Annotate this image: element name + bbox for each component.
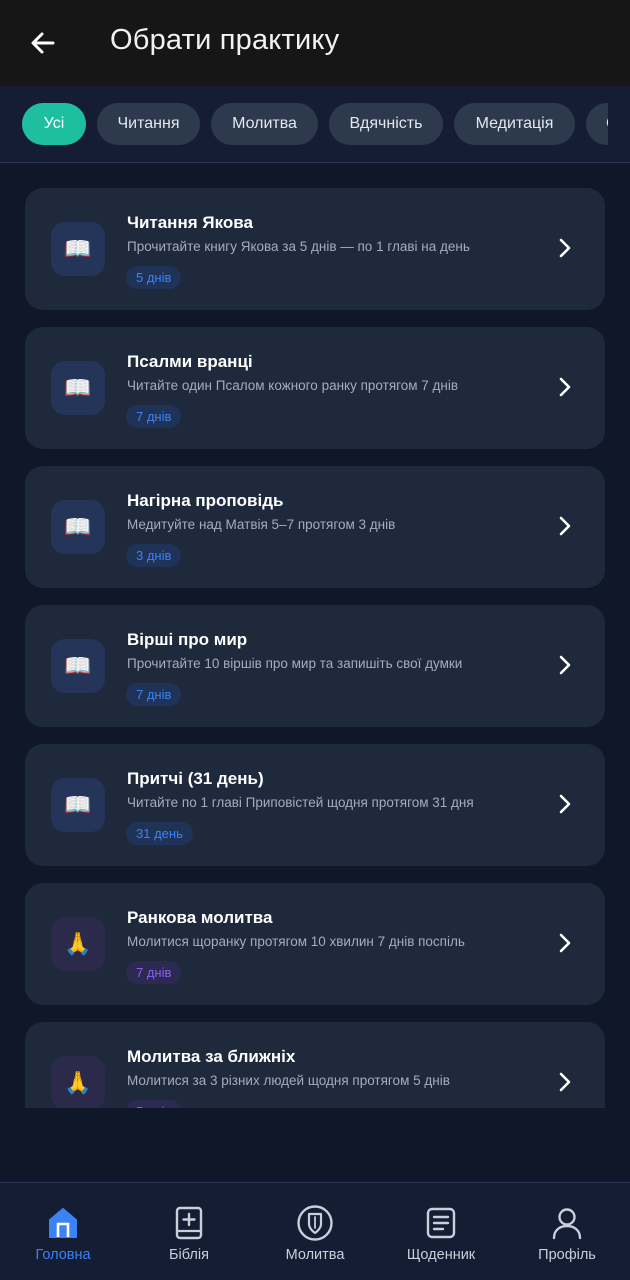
practice-description: Молитися щоранку протягом 10 хвилин 7 дн… [127,934,465,949]
filter-chip-all[interactable]: Усі [22,103,86,145]
filter-bar: Усі Читання Молитва Вдячність Медитація … [0,86,630,163]
book-icon: 📖 [51,639,105,693]
chevron-right-icon [559,794,571,814]
nav-item-journal[interactable]: Щоденник [378,1183,504,1280]
practice-description: Читайте по 1 главі Приповістей щодня про… [127,795,474,810]
book-icon: 📖 [51,778,105,832]
page-title: Обрати практику [110,24,340,56]
bible-icon [169,1203,209,1243]
back-button[interactable] [22,22,64,64]
prayer-shield-icon [295,1203,335,1243]
duration-badge: 3 днів [126,544,182,567]
duration-badge: 31 день [126,822,193,845]
duration-badge: 5 днів [126,266,182,289]
nav-label: Щоденник [406,1247,476,1263]
practice-card[interactable]: 🙏 Молитва за ближніх Молитися за 3 різни… [25,1022,605,1108]
practice-title: Псалми вранці [127,352,253,371]
practice-card[interactable]: 📖 Притчі (31 день) Читайте по 1 главі Пр… [25,744,605,866]
practice-description: Читайте один Псалом кожного ранку протяг… [127,378,459,393]
practice-description: Молитися за 3 різних людей щодня протяго… [127,1073,450,1088]
nav-item-bible[interactable]: Біблія [126,1183,252,1280]
profile-icon [547,1203,587,1243]
practice-title: Ранкова молитва [127,908,273,927]
chevron-right-icon [559,655,571,675]
nav-item-prayer[interactable]: Молитва [252,1183,378,1280]
journal-icon [421,1203,461,1243]
nav-label: Молитва [285,1247,345,1263]
duration-badge: 7 днів [126,961,182,984]
filter-chip-more[interactable]: С [586,103,608,145]
chevron-right-icon [559,1072,571,1092]
filter-chip-meditation[interactable]: Медитація [454,103,575,145]
chevron-right-icon [559,238,571,258]
nav-item-home[interactable]: Головна [0,1183,126,1280]
nav-label: Біблія [169,1247,209,1263]
nav-label: Профіль [538,1247,596,1263]
practice-list[interactable]: 📖 Читання Якова Прочитайте книгу Якова з… [0,164,630,1108]
practice-card[interactable]: 📖 Нагірна проповідь Медитуйте над Матвія… [25,466,605,588]
practice-title: Притчі (31 день) [127,769,264,788]
practice-card[interactable]: 📖 Вірші про мир Прочитайте 10 віршів про… [25,605,605,727]
book-icon: 📖 [51,222,105,276]
bottom-navigation: Головна Біблія Молитва Щоденник Профіль [0,1182,630,1280]
praying-hands-icon: 🙏 [51,1056,105,1108]
duration-badge: 7 днів [126,683,182,706]
arrow-left-icon [31,32,55,54]
duration-badge: 7 днів [126,405,182,428]
practice-title: Нагірна проповідь [127,491,284,510]
practice-card[interactable]: 📖 Читання Якова Прочитайте книгу Якова з… [25,188,605,310]
practice-card[interactable]: 🙏 Ранкова молитва Молитися щоранку протя… [25,883,605,1005]
book-icon: 📖 [51,500,105,554]
practice-title: Молитва за ближніх [127,1047,296,1066]
practice-description: Прочитайте 10 віршів про мир та запишіть… [127,656,463,671]
book-icon: 📖 [51,361,105,415]
practice-title: Читання Якова [127,213,253,232]
filter-chip-gratitude[interactable]: Вдячність [329,103,443,145]
filter-chip-prayer[interactable]: Молитва [211,103,318,145]
practice-description: Медитуйте над Матвія 5–7 протягом 3 днів [127,517,396,532]
chevron-right-icon [559,516,571,536]
chevron-right-icon [559,933,571,953]
app-bar: Обрати практику [0,0,630,86]
nav-item-profile[interactable]: Профіль [504,1183,630,1280]
filter-chip-reading[interactable]: Читання [97,103,200,145]
chevron-right-icon [559,377,571,397]
filter-chip-row[interactable]: Усі Читання Молитва Вдячність Медитація … [22,103,608,145]
practice-title: Вірші про мир [127,630,248,649]
practice-card[interactable]: 📖 Псалми вранці Читайте один Псалом кожн… [25,327,605,449]
nav-label: Головна [35,1247,91,1263]
duration-badge: 5 днів [126,1100,182,1108]
practice-description: Прочитайте книгу Якова за 5 днів — по 1 … [127,239,470,254]
praying-hands-icon: 🙏 [51,917,105,971]
home-icon [43,1203,83,1243]
